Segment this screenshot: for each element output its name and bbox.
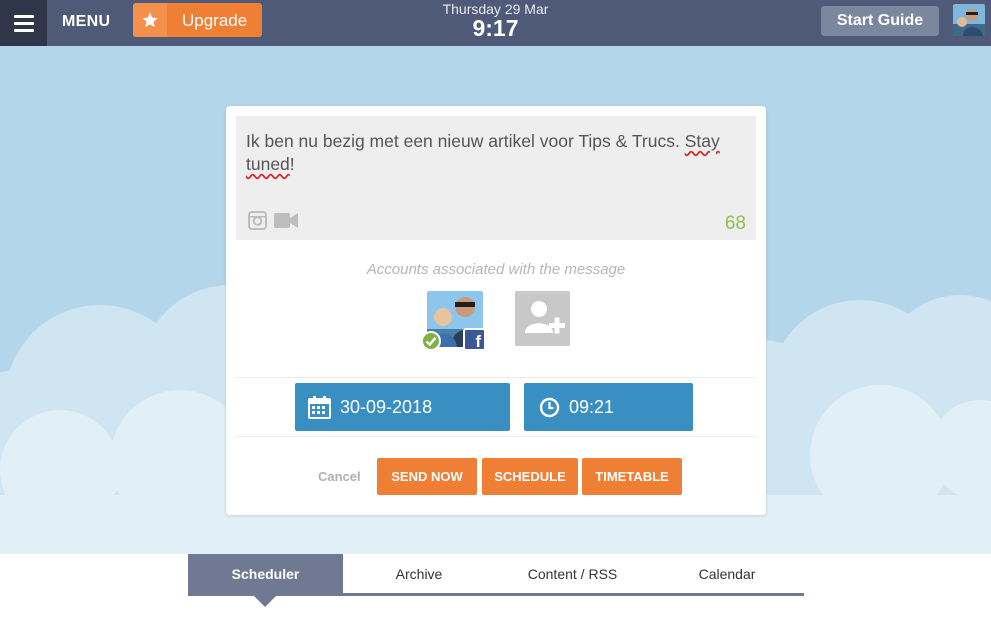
time-picker-button[interactable]: 09:21 xyxy=(524,383,693,431)
message-text-start: Ik ben nu bezig met een nieuw artikel vo… xyxy=(246,131,685,151)
spellcheck-word: tuned xyxy=(246,154,290,174)
send-now-button[interactable]: SEND NOW xyxy=(377,458,477,495)
top-bar: MENU Upgrade Thursday 29 Mar 9:17 Start … xyxy=(0,0,991,46)
clock-icon xyxy=(539,397,560,418)
facebook-badge-icon: f xyxy=(463,328,486,351)
spellcheck-word: Stay xyxy=(684,131,720,151)
divider xyxy=(236,377,756,378)
date-picker-button[interactable]: 30-09-2018 xyxy=(295,383,510,431)
schedule-time-value: 09:21 xyxy=(569,397,615,417)
timetable-button[interactable]: TIMETABLE xyxy=(582,458,682,495)
start-guide-button[interactable]: Start Guide xyxy=(821,6,939,36)
schedule-date-value: 30-09-2018 xyxy=(340,397,433,417)
tab-archive[interactable]: Archive xyxy=(343,554,495,594)
message-textarea[interactable]: Ik ben nu bezig met een nieuw artikel vo… xyxy=(236,116,756,240)
schedule-button[interactable]: SCHEDULE xyxy=(482,458,578,495)
character-count: 68 xyxy=(724,213,746,234)
divider xyxy=(236,436,756,437)
add-user-icon xyxy=(525,301,565,334)
user-avatar[interactable] xyxy=(953,4,985,36)
composer-card: Ik ben nu bezig met een nieuw artikel vo… xyxy=(226,106,766,515)
message-text[interactable]: Ik ben nu bezig met een nieuw artikel vo… xyxy=(246,130,751,176)
check-icon xyxy=(421,331,441,351)
bottom-panel: Scheduler Archive Content / RSS Calendar xyxy=(0,554,991,617)
active-tab-indicator xyxy=(254,596,276,607)
accounts-label: Accounts associated with the message xyxy=(366,261,626,278)
instagram-icon[interactable] xyxy=(248,211,267,230)
video-camera-icon[interactable] xyxy=(274,212,298,229)
message-text-end: ! xyxy=(289,154,295,174)
calendar-icon xyxy=(308,396,331,419)
facebook-account-avatar[interactable]: f xyxy=(421,291,486,351)
tab-bar: Scheduler Archive Content / RSS Calendar xyxy=(188,554,804,596)
cancel-link[interactable]: Cancel xyxy=(318,469,361,484)
tab-scheduler[interactable]: Scheduler xyxy=(188,554,343,594)
tab-calendar[interactable]: Calendar xyxy=(650,554,804,594)
add-account-button[interactable] xyxy=(515,291,570,346)
tab-content-rss[interactable]: Content / RSS xyxy=(495,554,650,594)
